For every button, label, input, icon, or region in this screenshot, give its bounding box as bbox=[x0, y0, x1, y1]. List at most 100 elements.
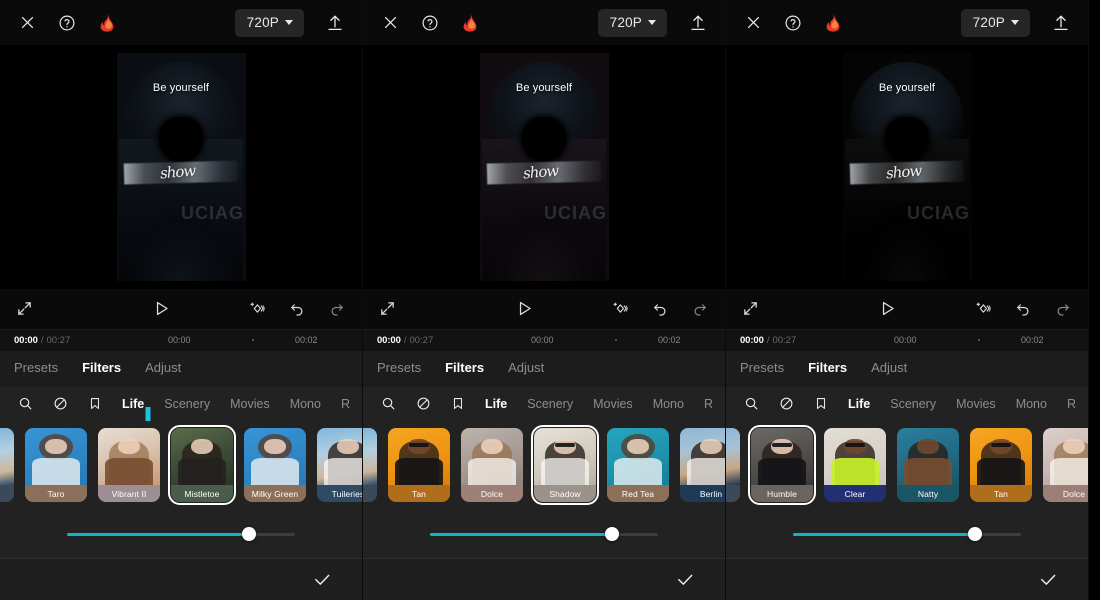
redo-arrow-icon[interactable] bbox=[1054, 300, 1072, 318]
filter-thumbnail-red-tea[interactable]: Red Tea bbox=[607, 428, 669, 503]
slider-handle[interactable] bbox=[242, 527, 257, 541]
bookmark-saved-icon[interactable] bbox=[814, 396, 828, 411]
filter-thumbnail-tan[interactable]: Tan bbox=[388, 428, 450, 503]
upload-export-icon[interactable] bbox=[685, 10, 711, 36]
category-movies[interactable]: Movies bbox=[230, 397, 270, 411]
resolution-selector[interactable]: 720P bbox=[234, 8, 304, 37]
filter-thumbnail-mistletoe[interactable]: Mistletoe bbox=[168, 425, 236, 506]
bookmark-saved-icon[interactable] bbox=[451, 396, 465, 411]
play-triangle-icon[interactable] bbox=[76, 299, 247, 318]
help-circle-icon[interactable] bbox=[417, 10, 443, 36]
filter-thumbnail-milky-green[interactable]: Milky Green bbox=[244, 428, 306, 503]
category-movies[interactable]: Movies bbox=[593, 397, 633, 411]
bookmark-saved-icon[interactable] bbox=[88, 396, 102, 411]
timeline-strip[interactable]: 00:00 / 00:27 00:00 00:02 bbox=[726, 328, 1088, 351]
help-circle-icon[interactable] bbox=[54, 10, 80, 36]
filter-thumbnail-clear[interactable]: Clear bbox=[824, 428, 886, 503]
category-movies[interactable]: Movies bbox=[956, 397, 996, 411]
slider-handle[interactable] bbox=[968, 527, 983, 541]
filter-thumbnail-shadow[interactable]: Shadow bbox=[531, 425, 599, 506]
tab-presets[interactable]: Presets bbox=[14, 360, 58, 377]
timeline-strip[interactable]: 00:00 / 00:27 00:00 00:02 bbox=[363, 328, 725, 351]
flame-icon[interactable] bbox=[457, 10, 483, 36]
filter-intensity-slider[interactable] bbox=[67, 527, 295, 541]
category-mono[interactable]: Mono bbox=[290, 397, 321, 411]
help-circle-icon[interactable] bbox=[780, 10, 806, 36]
category-mono[interactable]: Mono bbox=[653, 397, 684, 411]
fullscreen-expand-icon[interactable] bbox=[742, 300, 802, 317]
filter-thumbnail-tan[interactable]: Tan bbox=[970, 428, 1032, 503]
filter-thumbnail-dolce[interactable]: Dolce bbox=[461, 428, 523, 503]
filter-intensity-slider[interactable] bbox=[793, 527, 1021, 541]
add-keyframe-icon[interactable] bbox=[247, 299, 266, 318]
tab-filters[interactable]: Filters bbox=[808, 360, 847, 377]
filter-thumbnail-strip[interactable]: Tan Dolce Shadow Red Tea Berlin bbox=[363, 420, 725, 510]
undo-arrow-icon[interactable] bbox=[288, 300, 306, 318]
add-keyframe-icon[interactable] bbox=[973, 299, 992, 318]
resolution-selector[interactable]: 720P bbox=[597, 8, 667, 37]
tab-presets[interactable]: Presets bbox=[740, 360, 784, 377]
fullscreen-expand-icon[interactable] bbox=[16, 300, 76, 317]
tab-adjust[interactable]: Adjust bbox=[871, 360, 907, 377]
filter-thumbnail-vibrant-ii[interactable]: Vibrant II bbox=[98, 428, 160, 503]
tab-filters[interactable]: Filters bbox=[82, 360, 121, 377]
redo-arrow-icon[interactable] bbox=[691, 300, 709, 318]
video-canvas[interactable]: show UCIAG Be yourself bbox=[116, 52, 246, 281]
video-preview-area[interactable]: show UCIAG Be yourself bbox=[0, 45, 362, 289]
search-magnifier-icon[interactable] bbox=[18, 396, 33, 411]
search-magnifier-icon[interactable] bbox=[744, 396, 759, 411]
add-keyframe-icon[interactable] bbox=[610, 299, 629, 318]
no-filter-slash-icon[interactable] bbox=[53, 396, 68, 411]
filter-thumbnail-humble[interactable]: Humble bbox=[748, 425, 816, 506]
upload-export-icon[interactable] bbox=[322, 10, 348, 36]
video-canvas[interactable]: show UCIAG Be yourself bbox=[842, 52, 972, 281]
filter-thumbnail-berlin[interactable]: Berlin bbox=[680, 428, 725, 503]
fullscreen-expand-icon[interactable] bbox=[379, 300, 439, 317]
confirm-check-icon[interactable] bbox=[1038, 570, 1058, 590]
filter-thumbnail-taro[interactable]: Taro bbox=[25, 428, 87, 503]
search-magnifier-icon[interactable] bbox=[381, 396, 396, 411]
tab-adjust[interactable]: Adjust bbox=[508, 360, 544, 377]
undo-arrow-icon[interactable] bbox=[651, 300, 669, 318]
video-canvas[interactable]: show UCIAG Be yourself bbox=[479, 52, 609, 281]
tab-filters[interactable]: Filters bbox=[445, 360, 484, 377]
timeline-strip[interactable]: 00:00 / 00:27 00:00 00:02 bbox=[0, 328, 362, 351]
timeline-ruler[interactable]: 00:00 00:02 bbox=[513, 330, 725, 351]
close-x-icon[interactable] bbox=[740, 10, 766, 36]
category-mono[interactable]: Mono bbox=[1016, 397, 1047, 411]
close-x-icon[interactable] bbox=[377, 10, 403, 36]
filter-thumbnail-dolce[interactable]: Dolce bbox=[1043, 428, 1088, 503]
category-life[interactable]: Life bbox=[848, 397, 870, 411]
category-scenery[interactable]: Scenery bbox=[890, 397, 936, 411]
category-life[interactable]: Life bbox=[485, 397, 507, 411]
timeline-ruler[interactable]: 00:00 00:02 bbox=[876, 330, 1088, 351]
filter-thumbnail-partial-left[interactable] bbox=[363, 428, 377, 503]
filter-thumbnail-strip[interactable]: Humble Clear Natty Tan Dolce bbox=[726, 420, 1088, 510]
slider-handle[interactable] bbox=[605, 527, 620, 541]
filter-thumbnail-tuileries[interactable]: Tuileries bbox=[317, 428, 362, 503]
upload-export-icon[interactable] bbox=[1048, 10, 1074, 36]
flame-icon[interactable] bbox=[94, 10, 120, 36]
category-life[interactable]: Life bbox=[122, 397, 144, 411]
filter-thumbnail-natty[interactable]: Natty bbox=[897, 428, 959, 503]
redo-arrow-icon[interactable] bbox=[328, 300, 346, 318]
tab-presets[interactable]: Presets bbox=[377, 360, 421, 377]
filter-intensity-slider[interactable] bbox=[430, 527, 658, 541]
video-preview-area[interactable]: show UCIAG Be yourself bbox=[726, 45, 1088, 289]
tab-adjust[interactable]: Adjust bbox=[145, 360, 181, 377]
category-r[interactable]: R bbox=[341, 397, 350, 411]
filter-thumbnail-strip[interactable]: Taro Vibrant II Mistletoe Milky Green Tuiler… bbox=[0, 420, 362, 510]
confirm-check-icon[interactable] bbox=[675, 570, 695, 590]
confirm-check-icon[interactable] bbox=[312, 570, 332, 590]
category-scenery[interactable]: Scenery bbox=[527, 397, 573, 411]
flame-icon[interactable] bbox=[820, 10, 846, 36]
filter-thumbnail-partial-left[interactable] bbox=[726, 428, 740, 503]
undo-arrow-icon[interactable] bbox=[1014, 300, 1032, 318]
filter-thumbnail-partial-left[interactable] bbox=[0, 428, 14, 503]
resolution-selector[interactable]: 720P bbox=[960, 8, 1030, 37]
play-triangle-icon[interactable] bbox=[802, 299, 973, 318]
play-triangle-icon[interactable] bbox=[439, 299, 610, 318]
category-r[interactable]: R bbox=[704, 397, 713, 411]
category-r[interactable]: R bbox=[1067, 397, 1076, 411]
close-x-icon[interactable] bbox=[14, 10, 40, 36]
